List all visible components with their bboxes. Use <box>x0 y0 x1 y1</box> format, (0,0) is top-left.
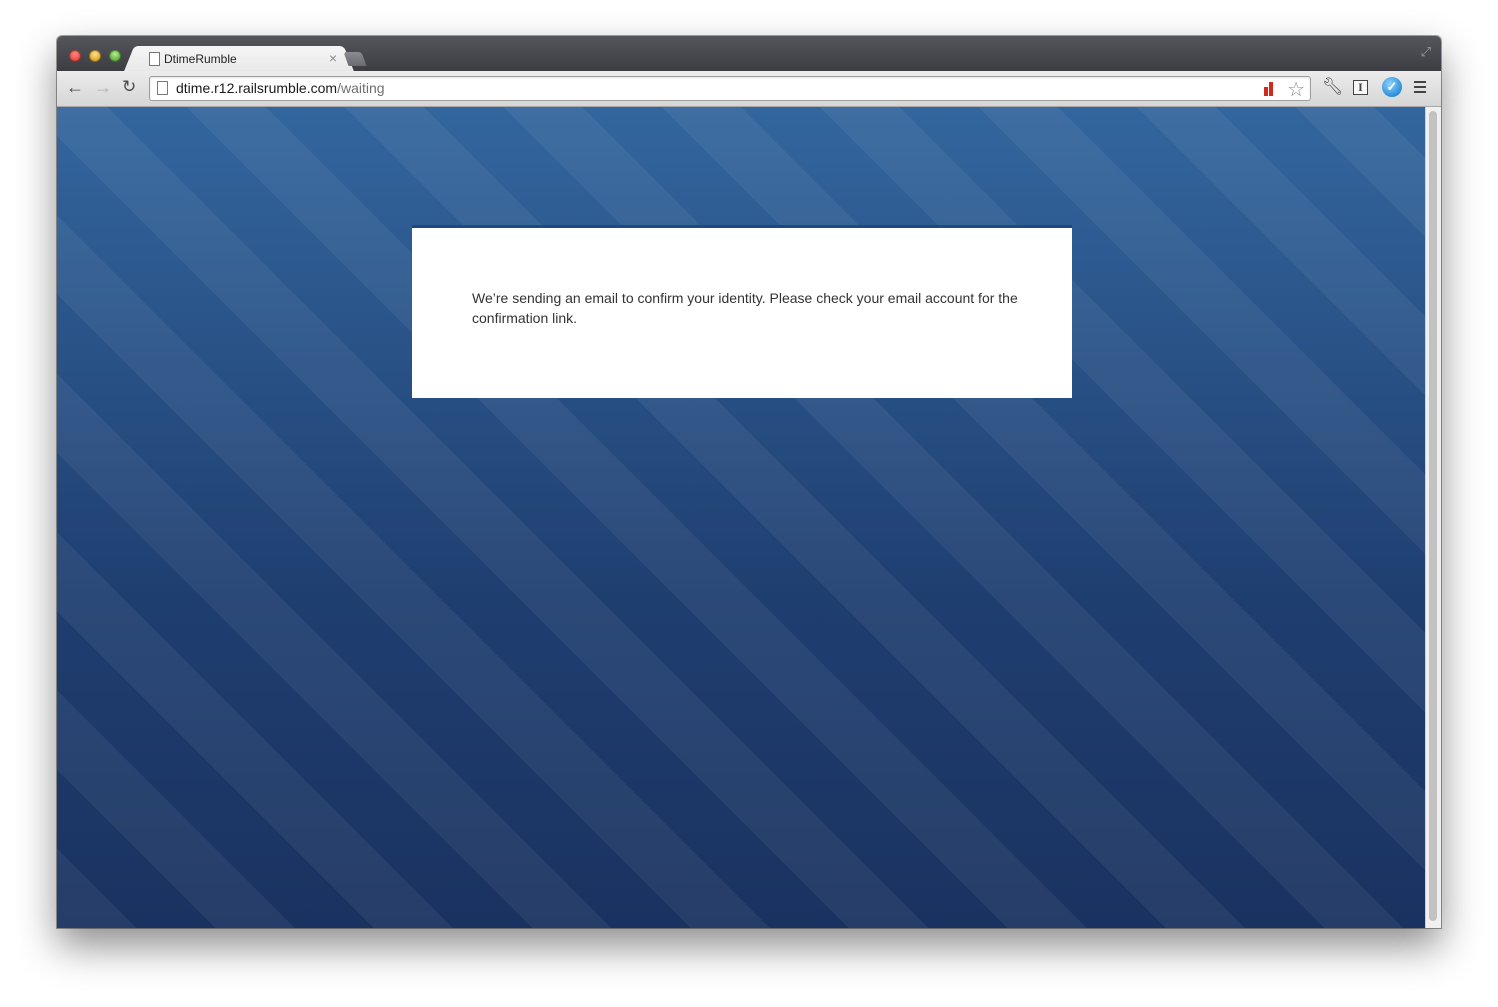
tab-title: DtimeRumble <box>164 52 237 66</box>
extension-i-icon[interactable]: I <box>1353 80 1368 95</box>
address-host: dtime.r12.railsrumble.com <box>176 80 338 96</box>
vertical-scrollbar[interactable] <box>1425 107 1441 928</box>
confirmation-message: We’re sending an email to confirm your i… <box>472 290 1018 326</box>
browser-toolbar: ← → ↻ dtime.r12.railsrumble.com/waiting … <box>57 71 1441 107</box>
menu-icon[interactable] <box>1414 81 1426 93</box>
zoom-window-button[interactable] <box>109 50 121 62</box>
extension-v-icon[interactable]: ✓ <box>1382 77 1402 97</box>
scrollbar-thumb[interactable] <box>1429 111 1437 921</box>
new-tab-button[interactable] <box>343 52 367 66</box>
wrench-icon[interactable]: 🔧︎ <box>1322 78 1344 96</box>
star-icon[interactable]: ☆ <box>1287 77 1305 102</box>
forward-icon[interactable]: → <box>94 78 112 96</box>
page-viewport: We’re sending an email to confirm your i… <box>57 107 1441 928</box>
reload-icon[interactable]: ↻ <box>122 78 136 96</box>
confirmation-card: We’re sending an email to confirm your i… <box>412 225 1072 398</box>
address-url[interactable]: dtime.r12.railsrumble.com/waiting <box>176 80 385 96</box>
back-icon[interactable]: ← <box>66 78 84 96</box>
page-icon <box>149 52 160 66</box>
page-icon <box>157 81 168 95</box>
title-bar: DtimeRumble × ⤢ <box>57 36 1441 72</box>
minimize-window-button[interactable] <box>89 50 101 62</box>
tab-close-icon[interactable]: × <box>329 50 337 66</box>
address-bar[interactable]: dtime.r12.railsrumble.com/waiting ☆ <box>149 76 1311 101</box>
fullscreen-icon[interactable]: ⤢ <box>1421 44 1431 60</box>
bar-chart-icon[interactable] <box>1264 81 1276 96</box>
address-path: /waiting <box>337 80 385 96</box>
tab-active[interactable]: DtimeRumble × <box>137 46 341 72</box>
browser-window: DtimeRumble × ⤢ ← → ↻ dtime.r12.railsrum… <box>57 36 1441 928</box>
close-window-button[interactable] <box>69 50 81 62</box>
